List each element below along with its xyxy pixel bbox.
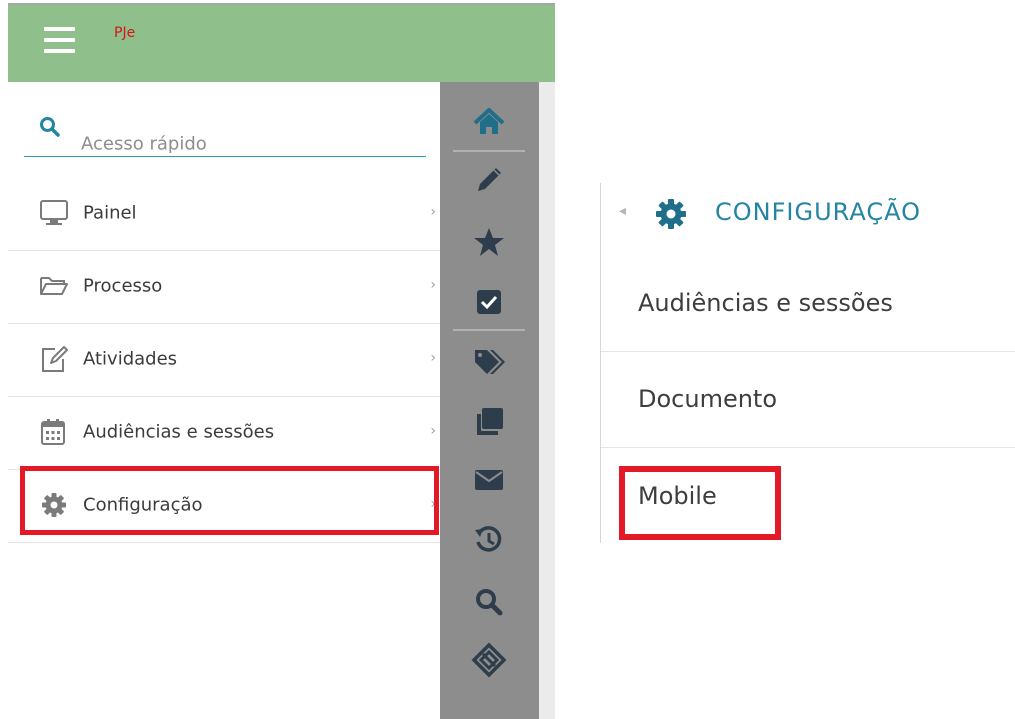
submenu-header: ◂ CONFIGURAÇÃO xyxy=(601,183,1015,243)
navigation-panel: PJe Acesso rápido Painel › Processo › At… xyxy=(8,0,555,719)
gear-icon xyxy=(656,199,686,229)
back-arrow-icon[interactable]: ◂ xyxy=(619,203,626,219)
chevron-right-icon: › xyxy=(430,277,436,293)
menu-item-painel[interactable]: Painel › xyxy=(8,178,440,251)
folder-open-icon xyxy=(40,277,68,295)
menu-label: Atividades xyxy=(83,348,178,370)
checkbox-icon[interactable] xyxy=(471,284,507,320)
configuration-submenu: ◂ CONFIGURAÇÃO Audiências e sessões Docu… xyxy=(600,183,1015,543)
highlight-box xyxy=(20,466,439,535)
chevron-right-icon: › xyxy=(430,423,436,439)
hamburger-menu-icon[interactable] xyxy=(44,27,75,57)
rail-divider xyxy=(453,150,525,152)
menu-label: Audiências e sessões xyxy=(83,421,275,443)
edit-icon xyxy=(42,346,68,372)
search-placeholder: Acesso rápido xyxy=(81,133,207,155)
menu-label: Painel xyxy=(83,202,137,224)
logo-icon[interactable] xyxy=(471,642,507,678)
menu-item-processo[interactable]: Processo › xyxy=(8,251,440,324)
menu-item-audiencias[interactable]: Audiências e sessões › xyxy=(8,397,440,470)
submenu-label: Documento xyxy=(638,385,778,413)
home-icon[interactable] xyxy=(471,104,507,140)
submenu-item-audiencias[interactable]: Audiências e sessões xyxy=(601,255,1015,352)
envelope-icon[interactable] xyxy=(471,462,507,498)
menu-item-atividades[interactable]: Atividades › xyxy=(8,324,440,397)
search-field[interactable]: Acesso rápido xyxy=(24,110,426,157)
star-icon[interactable] xyxy=(471,224,507,260)
calendar-icon xyxy=(41,419,65,445)
history-icon[interactable] xyxy=(471,522,507,558)
chevron-right-icon: › xyxy=(430,350,436,366)
search-icon xyxy=(40,117,60,137)
scrollbar[interactable] xyxy=(539,82,555,719)
menu-label: Processo xyxy=(83,275,163,297)
highlight-box xyxy=(619,466,781,540)
side-menu: Acesso rápido Painel › Processo › Ativid… xyxy=(8,82,440,719)
top-bar: PJe xyxy=(8,3,555,84)
copy-icon[interactable] xyxy=(471,404,507,440)
tags-icon[interactable] xyxy=(471,344,507,380)
pencil-icon[interactable] xyxy=(471,162,507,198)
rail-divider xyxy=(453,329,525,331)
submenu-label: Audiências e sessões xyxy=(638,289,893,317)
icon-rail xyxy=(440,82,539,719)
monitor-icon xyxy=(40,200,68,225)
chevron-right-icon: › xyxy=(430,204,436,220)
submenu-title: CONFIGURAÇÃO xyxy=(715,198,921,226)
submenu-item-documento[interactable]: Documento xyxy=(601,351,1015,448)
brand-label: PJe xyxy=(114,25,136,41)
search-icon[interactable] xyxy=(471,584,507,620)
